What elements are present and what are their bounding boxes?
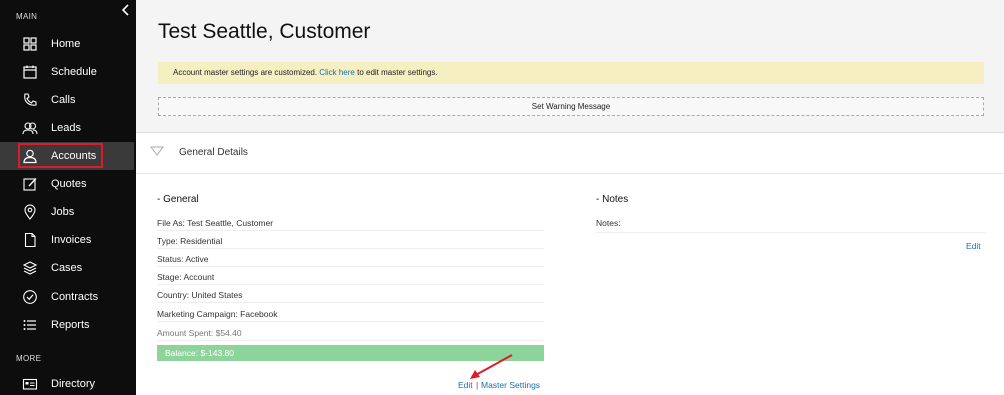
leads-icon [22, 122, 38, 135]
notice-text: Account master settings are customized. [173, 68, 318, 77]
notice-suffix: to edit master settings. [357, 68, 438, 77]
general-details-header[interactable]: General Details [136, 134, 1004, 174]
sidebar-item-home[interactable]: Home [0, 30, 134, 58]
set-warning-message-button[interactable]: Set Warning Message [158, 97, 984, 116]
sidebar-item-quotes[interactable]: Quotes [0, 170, 134, 198]
sidebar-item-label: Quotes [51, 178, 87, 190]
notes-heading: - Notes [596, 194, 629, 205]
chevron-down-icon[interactable] [150, 146, 164, 156]
field-file-as: File As: Test Seattle, Customer [157, 213, 544, 231]
sidebar-item-reports[interactable]: Reports [0, 311, 134, 339]
phone-icon [24, 93, 37, 106]
sidebar-section-main: MAIN [16, 12, 38, 21]
sidebar-item-leads[interactable]: Leads [0, 114, 134, 142]
sidebar-item-invoices[interactable]: Invoices [0, 226, 134, 254]
red-arrow-annotation [470, 354, 513, 379]
main-content: Test Seattle, Customer Account master se… [136, 0, 1004, 395]
sidebar-item-directory[interactable]: Directory [0, 370, 134, 395]
sidebar-item-label: Contracts [51, 291, 99, 303]
general-heading: - General [157, 194, 199, 205]
sidebar-item-cases[interactable]: Cases [0, 254, 134, 282]
sidebar-section-more: MORE [16, 354, 42, 363]
general-details-title: General Details [179, 147, 248, 158]
click-here-link[interactable]: Click here [319, 68, 355, 77]
field-country: Country: United States [157, 285, 544, 303]
field-marketing-campaign: Marketing Campaign: Facebook [157, 304, 544, 322]
id-card-icon [22, 378, 38, 390]
sidebar-item-label: Calls [51, 94, 76, 106]
location-pin-icon [24, 204, 36, 220]
page-title: Test Seattle, Customer [158, 20, 371, 43]
sidebar-item-label: Reports [51, 319, 90, 331]
calendar-icon [23, 65, 37, 79]
active-item-highlight [18, 143, 103, 168]
edit-notes-link[interactable]: Edit [966, 241, 981, 251]
sidebar-item-jobs[interactable]: Jobs [0, 198, 134, 226]
field-status: Status: Active [157, 249, 544, 267]
field-stage: Stage: Account [157, 267, 544, 285]
sidebar-item-label: Invoices [51, 234, 92, 246]
sidebar-item-label: Leads [51, 122, 81, 134]
sidebar-item-label: Home [51, 38, 81, 50]
sidebar-item-label: Directory [51, 378, 96, 390]
field-amount-spent: Amount Spent: $54.40 [157, 323, 544, 341]
page-header: Test Seattle, Customer Account master se… [136, 0, 1004, 133]
edit-icon [23, 178, 37, 191]
master-settings-notice: Account master settings are customized. … [158, 62, 984, 84]
sidebar-item-schedule[interactable]: Schedule [0, 58, 134, 86]
sidebar-item-calls[interactable]: Calls [0, 86, 134, 114]
layers-icon [22, 261, 38, 275]
sidebar: MAIN Home Schedule Calls Leads Accounts … [0, 0, 136, 395]
collapse-sidebar-button[interactable] [120, 3, 132, 17]
notes-field: Notes: [596, 215, 986, 233]
sidebar-item-contracts[interactable]: Contracts [0, 283, 134, 311]
document-icon [24, 232, 36, 248]
sidebar-item-label: Schedule [51, 66, 97, 78]
sidebar-item-label: Jobs [51, 206, 75, 218]
field-type: Type: Residential [157, 231, 544, 249]
chevron-left-icon [121, 4, 129, 16]
check-circle-icon [23, 290, 37, 304]
home-icon [23, 37, 37, 51]
sidebar-item-label: Cases [51, 262, 83, 274]
list-icon [23, 320, 36, 330]
